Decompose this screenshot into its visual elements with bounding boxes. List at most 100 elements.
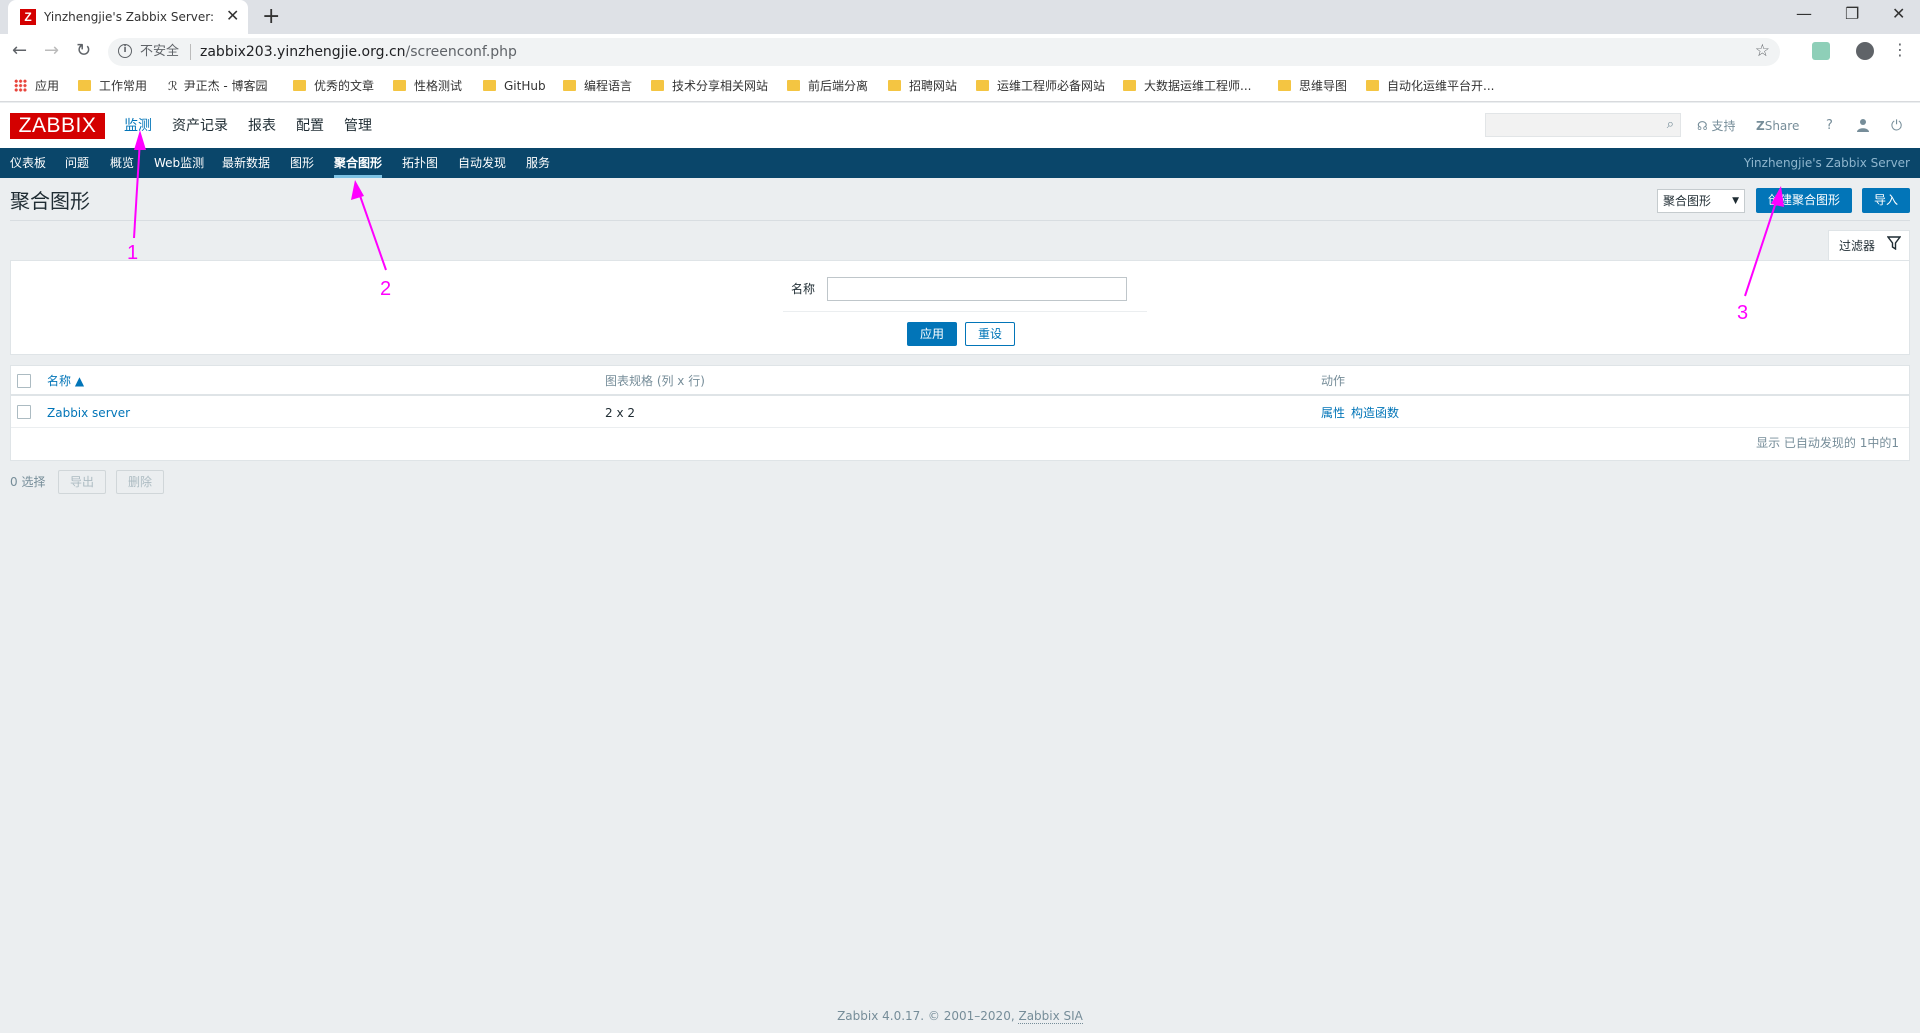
close-tab-icon[interactable]: ✕	[226, 8, 239, 24]
view-select[interactable]: 聚合图形 ▼	[1657, 189, 1745, 213]
url-text[interactable]: zabbix203.yinzhengjie.org.cn/screenconf.…	[200, 43, 517, 61]
menu-reports[interactable]: 报表	[248, 117, 276, 135]
submenu-dashboard[interactable]: 仪表板	[10, 156, 46, 171]
submenu-problems[interactable]: 问题	[65, 156, 89, 171]
submenu-services[interactable]: 服务	[526, 156, 550, 171]
bookmark-folder[interactable]: 工作常用	[78, 76, 147, 96]
minimize-icon[interactable]: —	[1796, 6, 1812, 22]
bookmark-folder[interactable]: GitHub	[483, 76, 546, 96]
user-profile-icon[interactable]	[1856, 118, 1870, 136]
bookmark-label: 招聘网站	[909, 79, 958, 93]
constructor-link[interactable]: 构造函数	[1351, 406, 1399, 420]
submenu-graphs[interactable]: 图形	[290, 156, 314, 171]
submenu-latest-data[interactable]: 最新数据	[222, 156, 270, 171]
annotation-label-3: 3	[1737, 302, 1749, 324]
restore-icon[interactable]: ❐	[1845, 6, 1859, 22]
extension-icon[interactable]	[1812, 42, 1830, 60]
bookmark-label: GitHub	[504, 79, 546, 93]
selected-count: 0 选择	[10, 475, 46, 489]
bookmark-star-icon[interactable]: ☆	[1755, 42, 1770, 60]
filter-name-input[interactable]	[827, 277, 1127, 301]
create-screen-button[interactable]: 创建聚合图形	[1756, 188, 1852, 213]
submenu-overview[interactable]: 概览	[110, 156, 134, 171]
apps-grid-icon	[14, 79, 27, 92]
filter-reset-button[interactable]: 重设	[965, 322, 1015, 346]
annotation-arrowhead-2	[351, 180, 364, 200]
bookmark-folder[interactable]: 技术分享相关网站	[651, 76, 768, 96]
bookmark-folder[interactable]: 编程语言	[563, 76, 632, 96]
menu-inventory[interactable]: 资产记录	[172, 117, 228, 135]
submenu-web[interactable]: Web监测	[154, 156, 204, 171]
bookmark-blog[interactable]: ℛ 尹正杰 - 博客园	[168, 76, 268, 96]
column-name-sort[interactable]: 名称 ▲	[47, 374, 84, 388]
bookmark-folder[interactable]: 优秀的文章	[293, 76, 374, 96]
export-button[interactable]: 导出	[58, 470, 106, 494]
bookmark-folder[interactable]: 自动化运维平台开...	[1366, 76, 1494, 96]
reload-icon[interactable]: ↻	[76, 41, 91, 61]
bookmark-folder[interactable]: 运维工程师必备网站	[976, 76, 1105, 96]
bookmark-label: 性格测试	[414, 79, 463, 93]
browser-tab-bar: Z Yinzhengjie's Zabbix Server: 聚合图形 ✕ + …	[0, 0, 1920, 34]
folder-icon	[78, 80, 91, 91]
import-button[interactable]: 导入	[1862, 188, 1910, 213]
bookmark-folder[interactable]: 招聘网站	[888, 76, 957, 96]
filter-tab[interactable]: 过滤器	[1828, 230, 1910, 260]
bookmark-label: 自动化运维平台开...	[1387, 79, 1495, 93]
filter-tab-label: 过滤器	[1839, 239, 1876, 253]
power-icon[interactable]: ⏻	[1891, 118, 1902, 134]
support-link[interactable]: ☊ 支持	[1697, 118, 1736, 134]
submenu-discovery[interactable]: 自动发现	[458, 156, 506, 171]
menu-administration[interactable]: 管理	[344, 117, 372, 135]
column-dimension: 图表规格 (列 x 行)	[605, 374, 705, 388]
zabbix-logo[interactable]: ZABBIX	[10, 113, 105, 139]
bookmark-label: 应用	[35, 79, 60, 93]
close-window-icon[interactable]: ✕	[1892, 6, 1905, 22]
help-icon[interactable]: ?	[1826, 118, 1833, 134]
browser-menu-icon[interactable]: ⋮	[1892, 41, 1908, 59]
bookmark-label: 编程语言	[584, 79, 633, 93]
bookmark-folder[interactable]: 大数据运维工程师...	[1123, 76, 1251, 96]
table-header: 名称 ▲ 图表规格 (列 x 行) 动作	[11, 366, 1909, 396]
screen-name-link[interactable]: Zabbix server	[47, 406, 130, 420]
bookmark-folder[interactable]: 思维导图	[1278, 76, 1347, 96]
browser-tab[interactable]: Z Yinzhengjie's Zabbix Server: 聚合图形 ✕	[8, 0, 248, 34]
menu-monitoring[interactable]: 监测	[124, 117, 152, 135]
submenu-screens[interactable]: 聚合图形	[334, 156, 382, 171]
filter-apply-button[interactable]: 应用	[907, 322, 957, 346]
search-icon[interactable]: ⌕	[1667, 117, 1674, 132]
title-divider	[10, 220, 1910, 221]
page-title: 聚合图形	[10, 189, 90, 213]
select-all-checkbox[interactable]	[17, 374, 31, 388]
folder-icon	[1278, 80, 1291, 91]
bookmark-folder[interactable]: 前后端分离	[787, 76, 868, 96]
menu-configuration[interactable]: 配置	[296, 117, 324, 135]
browser-tab-title: Yinzhengjie's Zabbix Server: 聚合图形	[44, 10, 216, 24]
forward-arrow-icon[interactable]: →	[44, 41, 59, 61]
bookmark-label: 运维工程师必备网站	[997, 79, 1106, 93]
delete-button[interactable]: 删除	[116, 470, 164, 494]
share-link[interactable]: ZShare	[1756, 118, 1799, 134]
bookmark-label: 优秀的文章	[314, 79, 375, 93]
row-checkbox[interactable]	[17, 405, 31, 419]
filter-name-label: 名称	[791, 282, 816, 296]
folder-icon	[1366, 80, 1379, 91]
bookmark-folder[interactable]: 性格测试	[393, 76, 462, 96]
info-icon[interactable]: i	[118, 44, 132, 58]
folder-icon	[563, 80, 576, 91]
bookmark-label: 前后端分离	[808, 79, 869, 93]
submenu-maps[interactable]: 拓扑图	[402, 156, 438, 171]
back-arrow-icon[interactable]: ←	[12, 41, 27, 61]
zabbix-sia-link[interactable]: Zabbix SIA	[1018, 1009, 1083, 1024]
zabbix-favicon-icon: Z	[20, 9, 36, 25]
filter-panel: 名称 应用 重设	[10, 260, 1910, 355]
folder-icon	[787, 80, 800, 91]
address-bar[interactable]: i 不安全 zabbix203.yinzhengjie.org.cn/scree…	[108, 38, 1780, 66]
filter-divider	[783, 311, 1147, 312]
bookmark-label: 工作常用	[99, 79, 148, 93]
profile-icon[interactable]	[1856, 42, 1874, 60]
properties-link[interactable]: 属性	[1321, 406, 1345, 420]
bird-icon: ℛ	[168, 79, 178, 93]
bookmark-apps[interactable]: 应用	[14, 76, 59, 96]
new-tab-button[interactable]: +	[262, 5, 280, 29]
global-search-input[interactable]: ⌕	[1485, 113, 1681, 137]
